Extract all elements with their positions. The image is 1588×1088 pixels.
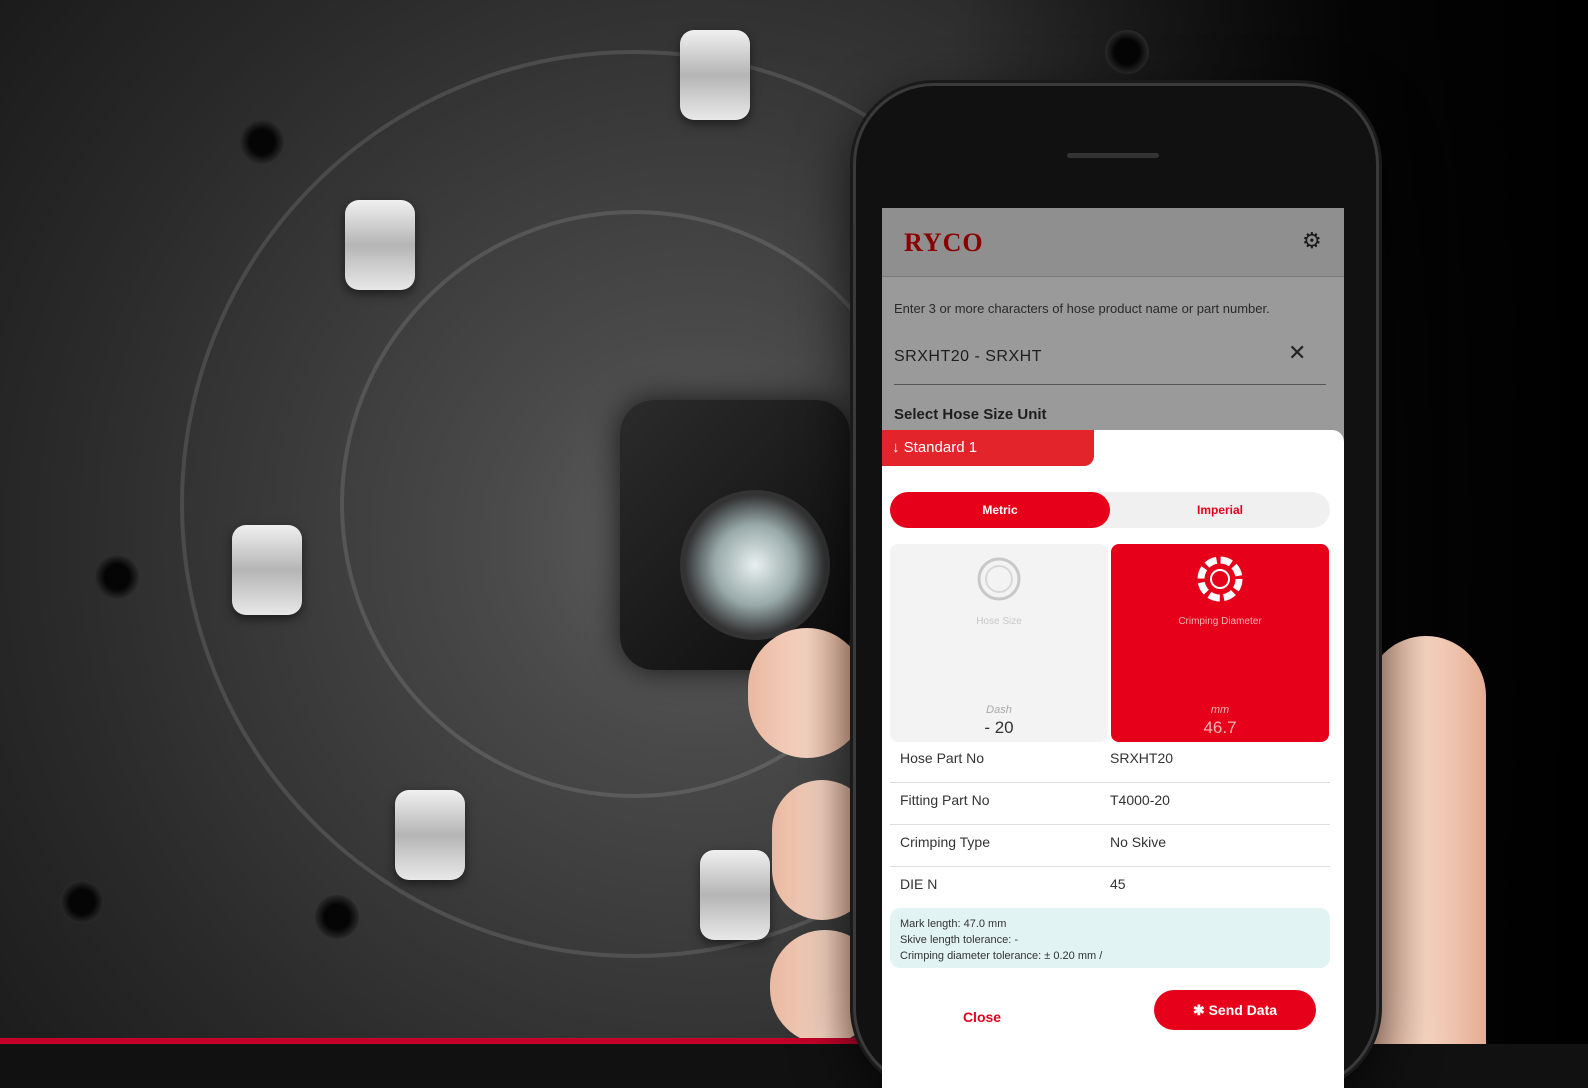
crimping-diameter-card[interactable]: Crimping Diameter mm 46.7: [1111, 544, 1329, 742]
crimping-diameter-label: Crimping Diameter: [1178, 616, 1262, 627]
search-input[interactable]: SRXHT20 - SRXHT: [894, 348, 1042, 366]
bolt: [700, 850, 770, 940]
fitting-bore: [680, 490, 830, 640]
hose-size-value: - 20: [984, 718, 1014, 737]
bolt-hole: [60, 880, 104, 924]
accent-bar: [0, 1038, 900, 1044]
crimping-diameter-value: 46.7: [1203, 718, 1237, 737]
finger: [748, 628, 866, 758]
detail-row: Hose Part No SRXHT20: [890, 740, 1330, 783]
section-title: Select Hose Size Unit: [894, 406, 1047, 423]
phone-frame: RYCO ⚙ Enter 3 or more characters of hos…: [856, 86, 1376, 1088]
bolt-hole: [95, 555, 139, 599]
hose-size-label: Hose Size: [976, 616, 1022, 627]
imperial-button[interactable]: Imperial: [1110, 492, 1330, 528]
bolt: [345, 200, 415, 290]
metric-button[interactable]: Metric: [890, 492, 1110, 528]
close-button[interactable]: Close: [942, 998, 1022, 1036]
bolt: [232, 525, 302, 615]
mark-length-text: Mark length: 47.0 mm: [900, 918, 1007, 930]
crimp-tolerance-text: Crimping diameter tolerance: ± 0.20 mm /: [900, 950, 1103, 962]
bolt: [395, 790, 465, 880]
bluetooth-icon: ✱: [1192, 1002, 1209, 1018]
search-underline: [894, 384, 1326, 385]
app-screen: RYCO ⚙ Enter 3 or more characters of hos…: [882, 208, 1344, 1088]
gear-icon[interactable]: ⚙: [1302, 230, 1322, 252]
thumb: [1366, 636, 1486, 1044]
send-data-label: Send Data: [1208, 1002, 1278, 1018]
hose-size-unit: Dash: [986, 704, 1012, 716]
app-bar: RYCO ⚙: [882, 208, 1344, 277]
crimp-ring-icon: [1197, 556, 1243, 602]
tolerance-note: Mark length: 47.0 mm Skive length tolera…: [890, 908, 1330, 968]
unit-toggle: Metric Imperial: [890, 492, 1330, 528]
bolt-hole: [1105, 30, 1149, 74]
hose-size-card[interactable]: Hose Size Dash - 20: [890, 544, 1108, 742]
detail-value: T4000-20: [1110, 792, 1170, 808]
crimping-diameter-unit: mm: [1210, 704, 1230, 716]
detail-value: No Skive: [1110, 834, 1167, 850]
detail-label: Crimping Type: [900, 834, 991, 850]
detail-value: 45: [1110, 876, 1126, 892]
detail-label: Hose Part No: [900, 750, 985, 766]
detail-label: DIE N: [900, 876, 938, 892]
detail-value: SRXHT20: [1110, 750, 1174, 766]
detail-row: Fitting Part No T4000-20: [890, 782, 1330, 825]
detail-row: Crimping Type No Skive: [890, 824, 1330, 867]
bolt: [680, 30, 750, 120]
close-icon[interactable]: ✕: [1288, 342, 1306, 364]
hose-ring-icon: [977, 557, 1021, 601]
detail-label: Fitting Part No: [900, 792, 990, 808]
bolt-hole: [315, 895, 359, 939]
search-hint: Enter 3 or more characters of hose produ…: [894, 301, 1270, 316]
phone-speaker: [1067, 153, 1159, 158]
arrow-down-icon: ↓: [892, 439, 904, 456]
send-data-button[interactable]: ✱ Send Data: [1154, 990, 1316, 1030]
standard-dropdown[interactable]: ↓ Standard 1: [882, 430, 1094, 466]
standard-label: Standard 1: [903, 439, 978, 456]
detail-row: DIE N 45: [890, 866, 1330, 908]
ryco-logo: RYCO: [904, 228, 984, 257]
bolt-hole: [240, 120, 284, 164]
skive-tolerance-text: Skive length tolerance: -: [900, 934, 1019, 946]
